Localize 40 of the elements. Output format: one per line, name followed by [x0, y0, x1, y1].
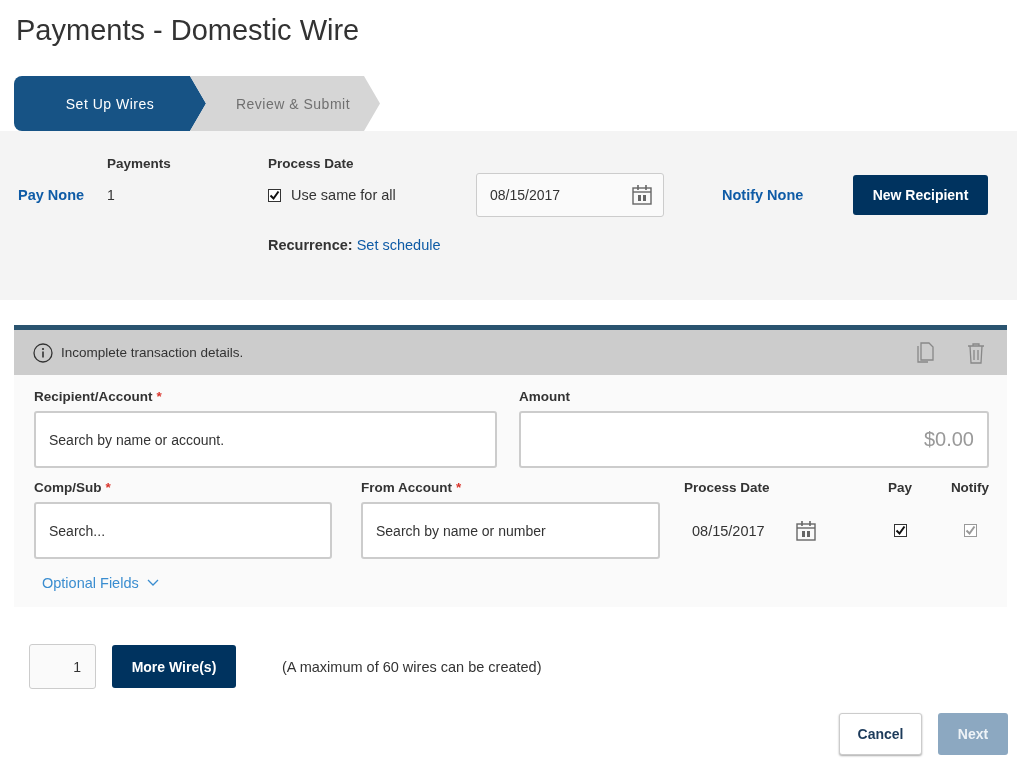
input-field[interactable]: Search by name or number: [361, 502, 660, 559]
cancel-button[interactable]: Cancel: [839, 713, 922, 755]
optional-fields-link[interactable]: Optional Fields: [34, 575, 159, 591]
wizard-step[interactable]: Set Up Wires: [14, 76, 206, 131]
wire-count-field[interactable]: 1: [29, 644, 96, 689]
notify-none-link[interactable]: Notify None: [722, 187, 853, 203]
date-field[interactable]: 08/15/2017: [476, 173, 664, 217]
column-label: Payments: [107, 155, 172, 171]
calendar-icon[interactable]: [794, 519, 817, 542]
calendar-icon[interactable]: [631, 184, 653, 206]
required-mark: *: [156, 389, 162, 404]
field-label: Amount: [519, 389, 570, 404]
new-recipient-button[interactable]: New Recipient: [853, 175, 988, 215]
input-field[interactable]: $0.00: [519, 411, 989, 468]
field-label: Process Date: [684, 480, 771, 497]
more-wires-button[interactable]: More Wire(s): [112, 645, 236, 688]
required-mark: *: [456, 480, 462, 495]
pay-none-link[interactable]: Pay None: [18, 187, 107, 203]
field-label: Notify: [950, 480, 990, 497]
wizard-step[interactable]: Review & Submit: [190, 76, 380, 131]
checkbox[interactable]: [893, 524, 907, 537]
required-mark: *: [105, 480, 111, 495]
maximum-note: (A maximum of 60 wires can be created): [282, 658, 542, 675]
field-label: Pay: [888, 480, 912, 497]
info-icon: [33, 342, 53, 363]
chevron-down-icon[interactable]: [146, 579, 159, 587]
status-message: Incomplete transaction details.: [61, 345, 245, 360]
page-title: Payments - Domestic Wire: [15, 13, 361, 48]
set-schedule-link[interactable]: Set schedule: [356, 237, 441, 253]
recurrence-label: Recurrence:: [268, 237, 353, 253]
column-label: Process Date: [268, 155, 355, 171]
input-field[interactable]: Search...: [34, 502, 332, 559]
field-label: From Account: [361, 480, 452, 495]
field-label: Recipient/Account: [34, 389, 153, 404]
checkbox[interactable]: [268, 188, 281, 202]
field-label: Comp/Sub: [34, 480, 102, 495]
payments-count: 1: [107, 187, 116, 203]
input-field[interactable]: Search by name or account.: [34, 411, 497, 468]
process-date: 08/15/2017: [692, 522, 765, 539]
checkbox-label: Use same for all: [291, 187, 396, 203]
